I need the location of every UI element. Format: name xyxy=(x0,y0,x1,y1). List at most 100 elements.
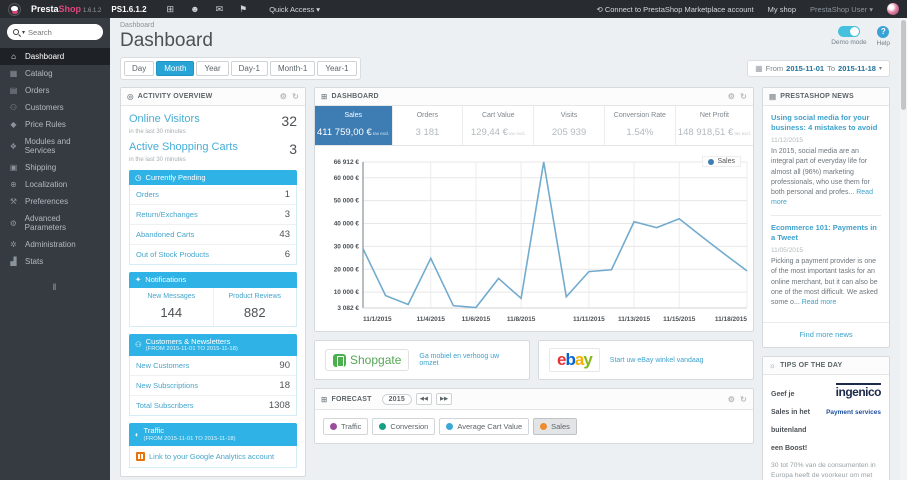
sidebar-item-dashboard[interactable]: ⌂ Dashboard xyxy=(0,48,110,65)
sidebar-item-orders[interactable]: ▤ Orders xyxy=(0,82,110,99)
sidebar-item-label: Catalog xyxy=(25,69,53,78)
refresh-icon[interactable]: ↻ xyxy=(740,395,747,404)
person-icon[interactable]: ☻ xyxy=(190,0,199,18)
gear-icon[interactable]: ⚙ xyxy=(280,92,287,101)
sidebar-item-modules-and-services[interactable]: ❖ Modules and Services xyxy=(0,133,110,159)
kpi-label: Sales xyxy=(344,112,363,119)
range-button-year[interactable]: Year xyxy=(196,61,229,76)
user-menu[interactable]: PrestaShop User ▾ xyxy=(810,5,873,14)
main-content: Dashboard Dashboard Demo mode ? Help Day… xyxy=(110,18,900,480)
pending-row-abandoned-carts[interactable]: Abandoned Carts 43 xyxy=(130,225,296,246)
sidebar-item-catalog[interactable]: ▦ Catalog xyxy=(0,65,110,82)
next-year-button[interactable]: ▶▶ xyxy=(436,393,453,405)
header-tools: Demo mode ? Help xyxy=(831,22,890,47)
prestashop-logo[interactable] xyxy=(8,2,21,16)
sidebar-collapse-button[interactable]: ‖ xyxy=(0,282,110,292)
sidebar-item-price-rules[interactable]: ◆ Price Rules xyxy=(0,116,110,133)
marketplace-link[interactable]: ⟲ Connect to PrestaShop Marketplace acco… xyxy=(596,5,753,14)
date-to: 2015-11-18 xyxy=(838,64,876,73)
quick-access-menu[interactable]: Quick Access ▾ xyxy=(269,5,320,14)
scrollbar-thumb[interactable] xyxy=(901,20,906,110)
customers-icon: ⚇ xyxy=(9,103,18,112)
search-input[interactable] xyxy=(28,27,97,37)
page-scrollbar[interactable] xyxy=(900,18,907,480)
gear-icon[interactable]: ⚙ xyxy=(728,395,735,404)
mail-icon[interactable]: ✉ xyxy=(216,0,224,18)
customers-range: (FROM 2015-11-01 TO 2015-11-18) xyxy=(145,346,238,353)
forecast-year[interactable]: 2015 xyxy=(381,393,412,405)
kpi-tile-net-profit[interactable]: Net Profit 148 918,51 € tax excl. xyxy=(676,106,753,145)
article-title-link[interactable]: Ecommerce 101: Payments in a Tweet xyxy=(771,223,881,243)
svg-text:11/6/2015: 11/6/2015 xyxy=(462,316,491,323)
sidebar-item-label: Localization xyxy=(25,180,68,189)
range-button-month[interactable]: Month xyxy=(156,61,195,76)
row-value: 1 xyxy=(284,189,290,201)
row-value: 18 xyxy=(279,380,290,392)
pending-row-out-of-stock-products[interactable]: Out of Stock Products 6 xyxy=(130,245,296,264)
sidebar-item-advanced-parameters[interactable]: ⚙ Advanced Parameters xyxy=(0,210,110,236)
svg-text:40 000 €: 40 000 € xyxy=(334,221,360,228)
forecast-legend-traffic[interactable]: Traffic xyxy=(323,418,369,435)
globe-icon: ⊕ xyxy=(10,180,17,189)
notification-cell-new-messages[interactable]: New Messages 144 xyxy=(130,288,213,326)
chart-legend[interactable]: Sales xyxy=(702,156,741,167)
customers-row-new-subscriptions[interactable]: New Subscriptions 18 xyxy=(130,376,296,397)
customers-row-total-subscribers[interactable]: Total Subscribers 1308 xyxy=(130,396,296,415)
kpi-tile-conversion-rate[interactable]: Conversion Rate 1.54% xyxy=(605,106,676,145)
flag-icon[interactable]: ⚑ xyxy=(239,0,247,18)
article-title-link[interactable]: Using social media for your business: 4 … xyxy=(771,113,881,133)
active-carts-link[interactable]: Active Shopping Carts xyxy=(129,141,238,153)
range-button-day-1[interactable]: Day-1 xyxy=(230,61,268,76)
forecast-legend-conversion[interactable]: Conversion xyxy=(372,418,436,435)
sidebar-item-localization[interactable]: ⊕ Localization xyxy=(0,176,110,193)
toggle-knob xyxy=(849,27,859,36)
my-shop-link[interactable]: My shop xyxy=(768,5,796,14)
read-more-link[interactable]: Read more xyxy=(771,189,873,206)
find-more-news-link[interactable]: Find more news xyxy=(763,322,889,347)
date-range-picker[interactable]: ▦ From 2015-11-01 To 2015-11-18 ▾ xyxy=(747,60,890,77)
kpi-label: Conversion Rate xyxy=(613,112,666,119)
sidebar-item-shipping[interactable]: ▣ Shipping xyxy=(0,159,110,176)
refresh-icon[interactable]: ↻ xyxy=(292,92,299,101)
kpi-tile-orders[interactable]: Orders 3 181 xyxy=(393,106,464,145)
kpi-tile-sales[interactable]: Sales 411 759,00 € tax excl. xyxy=(315,106,393,145)
previous-year-button[interactable]: ◀◀ xyxy=(415,393,433,405)
forecast-legend-sales[interactable]: Sales xyxy=(533,418,577,435)
search-scope-caret-icon[interactable]: ▾ xyxy=(22,29,25,36)
sidebar-item-customers[interactable]: ⚇ Customers xyxy=(0,99,110,116)
range-button-month-1[interactable]: Month-1 xyxy=(269,61,316,76)
gear-icon[interactable]: ⚙ xyxy=(728,92,735,101)
forecast-legend-average-cart-value[interactable]: Average Cart Value xyxy=(439,418,530,435)
kpi-tile-visits[interactable]: Visits 205 939 xyxy=(534,106,605,145)
sidebar-item-administration[interactable]: ✲ Administration xyxy=(0,236,110,253)
user-avatar[interactable] xyxy=(887,3,899,15)
pending-rows: Orders 1 Return/Exchanges 3 Abandoned Carts 4… xyxy=(129,185,297,266)
demo-mode-toggle[interactable] xyxy=(837,26,860,37)
range-button-day[interactable]: Day xyxy=(124,61,155,76)
refresh-icon[interactable]: ↻ xyxy=(740,92,747,101)
range-button-year-1[interactable]: Year-1 xyxy=(317,61,357,76)
notification-cell-product-reviews[interactable]: Product Reviews 882 xyxy=(212,287,297,326)
panel-tools: ⚙ ↻ xyxy=(280,92,299,101)
pending-row-return-exchanges[interactable]: Return/Exchanges 3 xyxy=(130,205,296,226)
article-date: 11/05/2015 xyxy=(771,247,804,255)
pending-row-orders[interactable]: Orders 1 xyxy=(130,185,296,206)
kpi-value: 411 759,00 € tax excl. xyxy=(317,127,390,138)
prestashop-news-panel: ▤ PRESTASHOP NEWS Using social media for… xyxy=(762,87,890,349)
breadcrumb[interactable]: Dashboard xyxy=(120,22,213,29)
sidebar-item-preferences[interactable]: ⚒ Preferences xyxy=(0,193,110,210)
cart-icon[interactable]: ⊞ xyxy=(167,0,175,18)
ebay-link[interactable]: Start uw eBay winkel vandaag xyxy=(610,357,704,364)
online-visitors-link[interactable]: Online Visitors xyxy=(129,113,200,125)
active-carts-sub: in the last 30 minutes xyxy=(129,157,186,163)
cell-label: New Messages xyxy=(147,292,196,300)
shopgate-link[interactable]: Ga mobiel en verhoog uw omzet xyxy=(419,353,519,367)
help-icon[interactable]: ? xyxy=(877,26,890,38)
kpi-tile-cart-value[interactable]: Cart Value 129,44 € tax excl. xyxy=(463,106,535,145)
read-more-link[interactable]: Read more xyxy=(802,299,837,306)
sidebar-item-stats[interactable]: ▟ Stats xyxy=(0,253,110,270)
sidebar: ▾ ⌂ Dashboard ▦ Catalog ▤ Orders ⚇ Customers ◆ Pr… xyxy=(0,18,110,480)
kpi-value: 3 181 xyxy=(415,127,440,138)
customers-row-new-customers[interactable]: New Customers 90 xyxy=(130,356,296,377)
google-analytics-link[interactable]: Link to your Google Analytics account xyxy=(129,445,297,468)
